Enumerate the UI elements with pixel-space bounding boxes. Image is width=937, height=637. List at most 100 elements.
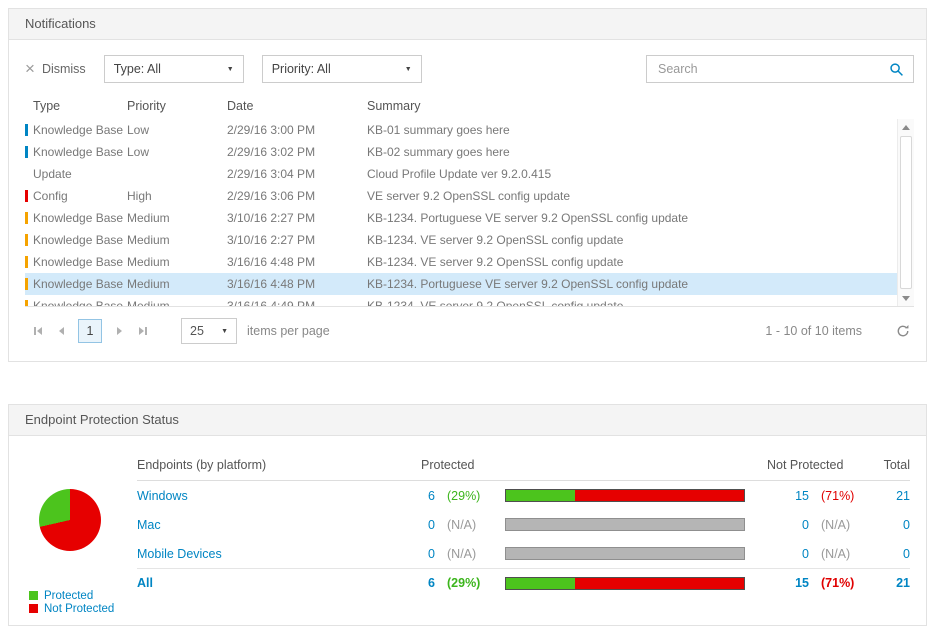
protected-count[interactable]: 0 (397, 547, 435, 561)
cell-summary: KB-1234. VE server 9.2 OpenSSL config up… (367, 255, 624, 269)
cell-type: Knowledge Base (33, 299, 124, 306)
notifications-panel: Notifications × Dismiss Type: All ▼ Prio… (8, 8, 927, 362)
current-page-button[interactable]: 1 (78, 319, 102, 343)
endpoint-protection-panel: Endpoint Protection Status Protected Not… (8, 404, 927, 626)
cell-date: 3/16/16 4:48 PM (227, 277, 316, 291)
not-protected-count[interactable]: 0 (757, 518, 809, 532)
page-size-dropdown[interactable]: 25 ▼ (181, 318, 237, 344)
notification-row[interactable]: Knowledge Base Medium 3/10/16 2:27 PM KB… (25, 207, 897, 229)
type-filter-dropdown[interactable]: Type: All ▼ (103, 55, 244, 83)
protected-count[interactable]: 0 (397, 518, 435, 532)
scroll-down-button[interactable] (898, 290, 914, 306)
cell-summary: KB-1234. VE server 9.2 OpenSSL config up… (367, 299, 624, 306)
platform-link[interactable]: All (137, 576, 397, 590)
cell-priority: Medium (127, 255, 170, 269)
last-page-button[interactable] (131, 319, 155, 343)
not-protected-swatch (29, 604, 38, 613)
severity-indicator (25, 234, 28, 246)
search-icon[interactable] (889, 62, 904, 77)
severity-indicator (25, 256, 28, 268)
panel-title: Notifications (9, 9, 926, 40)
cell-date: 3/10/16 2:27 PM (227, 211, 316, 225)
chevron-up-icon (902, 124, 910, 130)
protected-percent: (N/A) (447, 517, 477, 532)
first-page-button[interactable] (25, 319, 49, 343)
not-protected-count[interactable]: 15 (757, 489, 809, 503)
notification-row[interactable]: Knowledge Base Low 2/29/16 3:02 PM KB-02… (25, 141, 897, 163)
dismiss-button[interactable]: × Dismiss (25, 60, 86, 77)
protection-bar (505, 547, 745, 560)
platform-link[interactable]: Mobile Devices (137, 547, 397, 561)
notification-row-selected[interactable]: Knowledge Base Medium 3/16/16 4:48 PM KB… (25, 273, 897, 295)
legend-label: Not Protected (44, 602, 115, 615)
not-protected-percent: (71%) (821, 488, 855, 503)
total-count[interactable]: 0 (865, 547, 910, 561)
total-count[interactable]: 21 (865, 489, 910, 503)
scrollbar-thumb[interactable] (900, 136, 912, 289)
pagination-bar: 1 25 ▼ items per page 1 - 10 of 10 items (25, 311, 914, 351)
column-header-priority[interactable]: Priority (127, 99, 227, 113)
refresh-button[interactable] (892, 320, 914, 342)
endpoint-row-windows: Windows 6 (29%) 15 (71%) 21 (137, 481, 910, 510)
notification-row[interactable]: Config High 2/29/16 3:06 PM VE server 9.… (25, 185, 897, 207)
cell-priority: Medium (127, 211, 170, 225)
cell-priority: Low (127, 145, 150, 159)
protection-bar (505, 489, 745, 502)
cell-type: Knowledge Base (33, 277, 124, 291)
last-page-icon (144, 327, 147, 335)
notification-row[interactable]: Update 2/29/16 3:04 PM Cloud Profile Upd… (25, 163, 897, 185)
prev-page-button[interactable] (49, 319, 73, 343)
vertical-scrollbar[interactable] (897, 119, 914, 306)
protection-bar (505, 576, 745, 590)
chevron-down-icon (902, 295, 910, 301)
severity-indicator (25, 278, 28, 290)
endpoint-row-mac: Mac 0 (N/A) 0 (N/A) 0 (137, 510, 910, 539)
pie-legend: Protected Not Protected (29, 589, 114, 615)
total-count[interactable]: 21 (865, 576, 910, 590)
notification-row[interactable]: Knowledge Base Medium 3/16/16 4:49 PM KB… (25, 295, 897, 306)
cell-date: 2/29/16 3:04 PM (227, 167, 316, 181)
protection-pie-chart (39, 489, 101, 551)
arrow-right-icon (138, 327, 144, 335)
protected-percent: (29%) (447, 576, 481, 590)
severity-indicator (25, 168, 28, 180)
priority-filter-dropdown[interactable]: Priority: All ▼ (261, 55, 422, 83)
platform-link[interactable]: Windows (137, 489, 397, 503)
scroll-up-button[interactable] (898, 119, 914, 135)
grid-rows: Knowledge Base Low 2/29/16 3:00 PM KB-01… (25, 119, 914, 306)
search-input[interactable] (656, 61, 889, 77)
cell-type: Knowledge Base (33, 211, 124, 225)
not-protected-percent: (N/A) (821, 517, 851, 532)
protected-percent: (N/A) (447, 546, 477, 561)
cell-priority: Low (127, 123, 150, 137)
severity-indicator (25, 300, 28, 306)
total-count[interactable]: 0 (865, 518, 910, 532)
not-protected-count[interactable]: 0 (757, 547, 809, 561)
not-protected-percent: (N/A) (821, 546, 851, 561)
column-header-date[interactable]: Date (227, 99, 367, 113)
cell-priority: High (127, 189, 152, 203)
notification-row[interactable]: Knowledge Base Medium 3/10/16 2:27 PM KB… (25, 229, 897, 251)
platform-link[interactable]: Mac (137, 518, 397, 532)
cell-summary: KB-02 summary goes here (367, 145, 510, 159)
column-header-summary[interactable]: Summary (367, 99, 914, 113)
column-header-protected: Protected (421, 457, 475, 472)
legend-item-protected: Protected (29, 589, 114, 602)
legend-label: Protected (44, 589, 94, 602)
notification-row[interactable]: Knowledge Base Low 2/29/16 3:00 PM KB-01… (25, 119, 897, 141)
items-per-page-label: items per page (247, 324, 330, 338)
column-header-total: Total (883, 457, 910, 472)
cell-summary: KB-1234. Portuguese VE server 9.2 OpenSS… (367, 211, 689, 225)
search-box (646, 55, 914, 83)
not-protected-percent: (71%) (821, 576, 855, 590)
severity-indicator (25, 146, 28, 158)
protected-count[interactable]: 6 (397, 489, 435, 503)
legend-item-not-protected: Not Protected (29, 602, 114, 615)
next-page-button[interactable] (107, 319, 131, 343)
column-header-type[interactable]: Type (25, 99, 127, 113)
protected-count[interactable]: 6 (397, 576, 435, 590)
notification-row[interactable]: Knowledge Base Medium 3/16/16 4:48 PM KB… (25, 251, 897, 273)
dismiss-label: Dismiss (41, 62, 86, 76)
not-protected-count[interactable]: 15 (757, 576, 809, 590)
priority-filter-value: Priority: All (271, 62, 331, 76)
